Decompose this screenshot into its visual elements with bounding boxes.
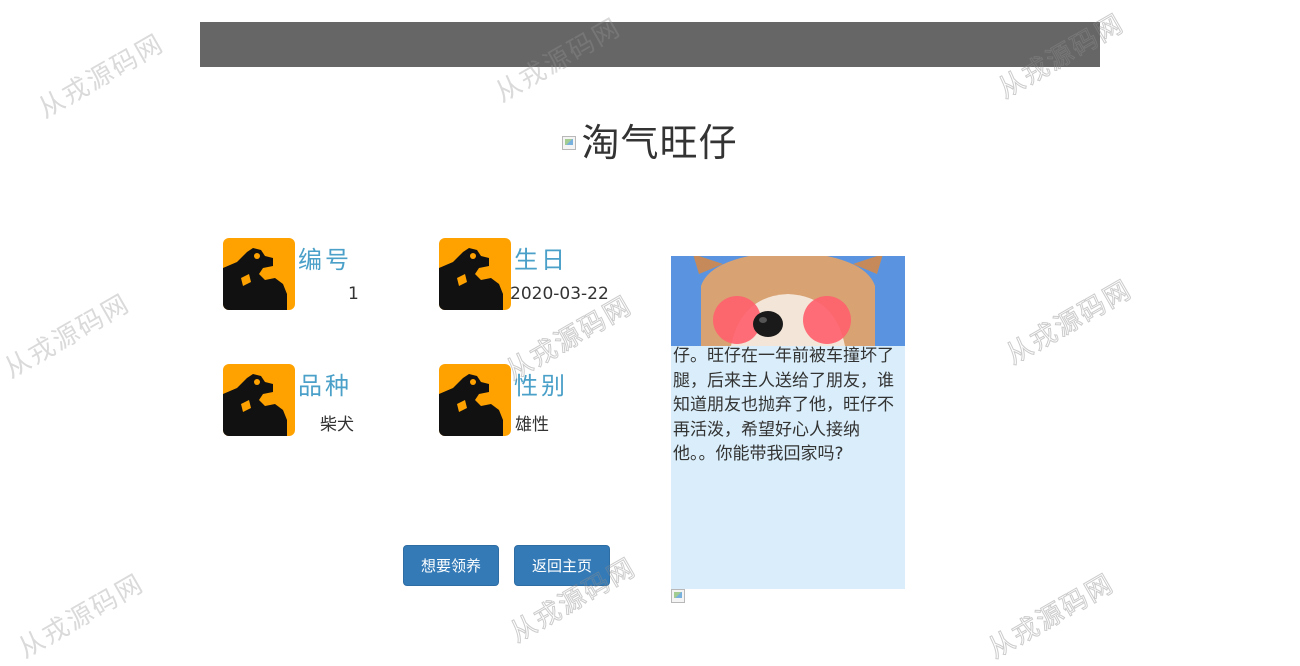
pet-story: 仔。旺仔在一年前被车撞坏了腿，后来主人送给了朋友，谁知道朋友也抛弃了他，旺仔不再…: [673, 346, 894, 464]
watermark: 从戎源码网: [1001, 274, 1138, 371]
title-area: 淘气旺仔: [0, 112, 1300, 167]
info-card-id: 编号 1: [223, 238, 433, 318]
pet-profile-panel: 仔。旺仔在一年前被车撞坏了腿，后来主人送给了朋友，谁知道朋友也抛弃了他，旺仔不再…: [671, 256, 905, 589]
broken-image-icon: [562, 135, 577, 150]
dog-icon: [223, 238, 295, 310]
card-label-breed: 品种: [298, 372, 352, 400]
watermark: 从戎源码网: [983, 568, 1120, 665]
card-value-id: 1: [348, 284, 359, 304]
home-button[interactable]: 返回主页: [514, 545, 610, 586]
watermark: 从戎源码网: [33, 28, 170, 125]
card-label-birthday: 生日: [514, 246, 568, 274]
info-card-birthday: 生日 2020-03-22: [439, 238, 649, 318]
dog-icon: [439, 364, 511, 436]
info-card-breed: 品种 柴犬: [223, 364, 433, 444]
adopt-button[interactable]: 想要领养: [403, 545, 499, 586]
card-label-gender: 性别: [514, 372, 568, 400]
dog-icon: [223, 364, 295, 436]
dog-photo: [671, 256, 905, 346]
page-title: 淘气旺仔: [581, 121, 738, 165]
card-value-breed: 柴犬: [320, 415, 354, 435]
card-label-id: 编号: [298, 246, 352, 274]
card-value-gender: 雄性: [515, 415, 549, 435]
watermark: 从戎源码网: [13, 568, 150, 665]
info-card-gender: 性别 雄性: [439, 364, 649, 444]
top-banner: [200, 22, 1100, 67]
card-value-birthday: 2020-03-22: [510, 284, 609, 304]
broken-image-icon: [671, 589, 685, 603]
watermark: 从戎源码网: [0, 288, 136, 385]
dog-icon: [439, 238, 511, 310]
